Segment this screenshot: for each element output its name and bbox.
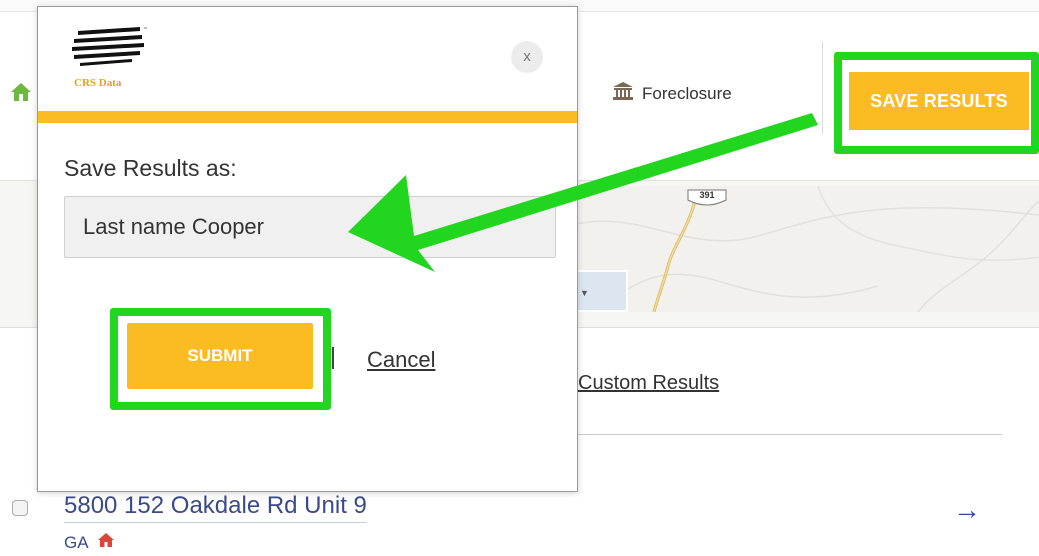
- listing-address-link[interactable]: 5800 152 Oakdale Rd Unit 9: [64, 492, 367, 523]
- map-type-control[interactable]: ▼: [570, 270, 628, 312]
- listing-checkbox[interactable]: [12, 500, 28, 516]
- custom-results-link[interactable]: Custom Results: [578, 372, 719, 395]
- page: Foreclosure SAVE RESULTS ▼ Custom Result…: [0, 0, 1039, 556]
- caret-down-icon: ▼: [580, 288, 589, 298]
- house-red-icon: [97, 532, 115, 553]
- bank-icon: [612, 82, 634, 105]
- results-name-input[interactable]: [64, 196, 556, 258]
- close-icon[interactable]: x: [511, 41, 543, 73]
- separator: [332, 347, 334, 369]
- modal-accent-bar: [38, 111, 577, 123]
- logo-text: CRS Data: [74, 77, 122, 89]
- svg-text:™: ™: [143, 27, 148, 33]
- crs-data-logo: ™ CRS Data: [70, 25, 150, 91]
- home-icon[interactable]: [10, 82, 32, 107]
- arrow-right-icon[interactable]: →: [953, 494, 981, 526]
- submit-button[interactable]: SUBMIT: [127, 323, 313, 389]
- toolbar-divider: [822, 42, 823, 134]
- listing-state-label: GA: [64, 532, 89, 552]
- map[interactable]: [578, 186, 1039, 312]
- foreclosure-label: Foreclosure: [642, 83, 732, 103]
- cancel-link[interactable]: Cancel: [367, 347, 435, 373]
- crs-logo-mark: ™: [72, 27, 148, 66]
- foreclosure-tab[interactable]: Foreclosure: [612, 82, 732, 105]
- save-results-dialog: ™ CRS Data x Save Results as: SUBMIT Can…: [37, 6, 578, 492]
- save-results-as-label: Save Results as:: [64, 155, 237, 181]
- listing-state: GA: [64, 532, 115, 553]
- save-results-button[interactable]: SAVE RESULTS: [849, 72, 1029, 130]
